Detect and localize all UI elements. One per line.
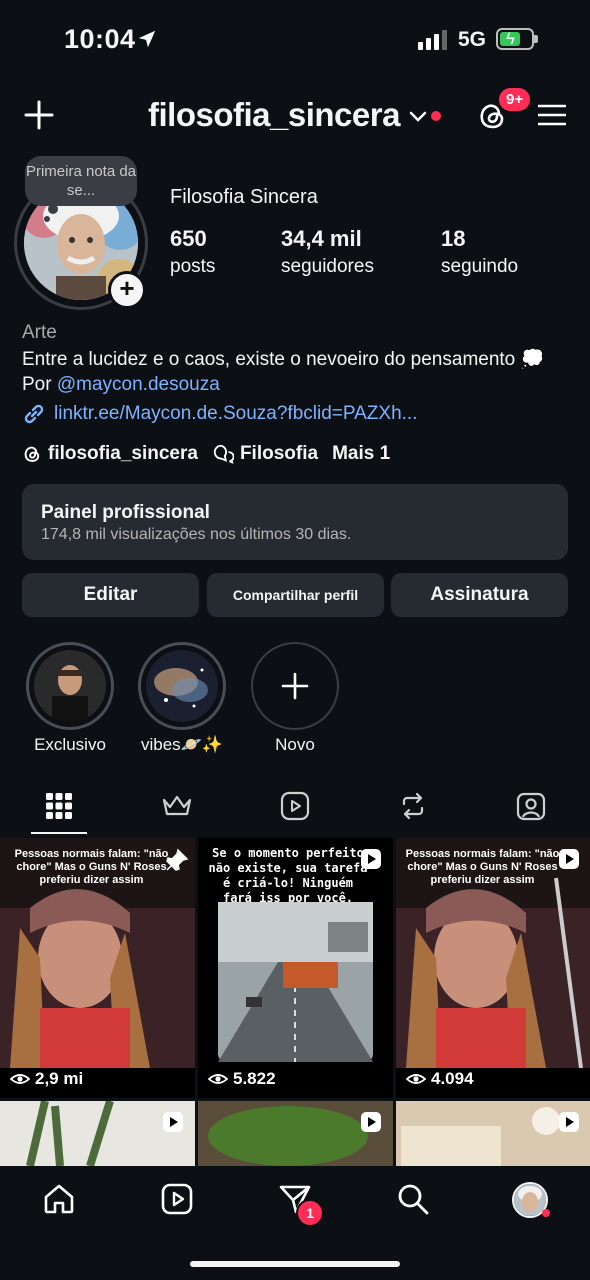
home-icon[interactable] <box>42 1182 76 1216</box>
highlight-vibes-label: vibes🪐✨ <box>140 735 224 754</box>
battery-cap <box>534 35 538 43</box>
community-chip[interactable]: Filosofia <box>212 443 318 465</box>
more-chip-label: Mais 1 <box>332 443 391 464</box>
post-tile-4[interactable] <box>0 1101 195 1166</box>
post-views-value: 2,9 mi <box>35 1069 84 1088</box>
post-thumbnail-road <box>218 902 373 1062</box>
note-bubble-tail-small <box>44 216 50 222</box>
profile-full-name: Filosofia Sincera <box>170 186 318 208</box>
post-views: 5.822 <box>208 1069 276 1089</box>
post-views: 4.094 <box>406 1069 474 1089</box>
stat-posts-value: 650 <box>170 226 207 251</box>
tagged-icon[interactable] <box>515 790 547 822</box>
reel-indicator-icon <box>163 1112 183 1132</box>
profile-category: Arte <box>22 322 57 343</box>
profile-chips: filosofia_sincera Filosofia Mais 1 <box>22 443 390 465</box>
threads-chip[interactable]: filosofia_sincera <box>22 443 198 465</box>
create-plus-icon[interactable] <box>24 100 54 130</box>
bio-line: Entre a lucidez e o caos, existe o nevoe… <box>22 349 545 370</box>
eye-icon <box>208 1074 228 1084</box>
menu-icon[interactable] <box>538 103 566 127</box>
search-icon[interactable] <box>396 1182 430 1216</box>
stat-followers-label: seguidores <box>281 256 374 277</box>
post-caption: Se o momento perfeito não existe, sua ta… <box>208 846 368 905</box>
chevron-down-icon[interactable] <box>408 110 428 124</box>
threads-chip-label: filosofia_sincera <box>48 443 198 464</box>
post-tile-6[interactable] <box>396 1101 590 1166</box>
highlight-exclusivo-cover[interactable] <box>34 650 106 722</box>
reels-icon[interactable] <box>279 790 311 822</box>
dm-badge: 1 <box>296 1199 324 1227</box>
bio-mention-link[interactable]: @maycon.desouza <box>57 374 220 395</box>
eye-icon <box>10 1074 30 1084</box>
stat-following-value: 18 <box>441 226 466 251</box>
reel-indicator-icon <box>559 1112 579 1132</box>
post-caption: Pessoas normais falam: "não chore" Mas o… <box>14 848 169 886</box>
reel-indicator-icon <box>361 849 381 869</box>
post-views: 2,9 mi <box>10 1069 83 1089</box>
new-highlight-label: Novo <box>275 735 315 754</box>
reel-indicator-icon <box>559 849 579 869</box>
profile-link[interactable]: linktr.ee/Maycon.de.Souza?fbclid=PAZXh..… <box>22 402 418 426</box>
stat-following-label: seguindo <box>441 256 519 277</box>
reel-indicator-icon <box>361 1112 381 1132</box>
plus-icon <box>281 672 309 700</box>
post-tile-1[interactable]: Pessoas normais falam: "não chore" Mas o… <box>0 838 195 1098</box>
link-icon <box>24 404 44 424</box>
highlight-vibes-cover[interactable] <box>146 650 218 722</box>
status-time: 10:04 <box>64 24 136 54</box>
post-tile-2[interactable]: Se o momento perfeito não existe, sua ta… <box>198 838 393 1098</box>
share-profile-button[interactable]: Compartilhar perfil <box>207 573 384 617</box>
reels-nav-icon[interactable] <box>160 1182 194 1216</box>
edit-profile-button[interactable]: Editar <box>22 573 199 617</box>
home-indicator <box>190 1261 400 1267</box>
highlight-exclusivo-label: Exclusivo <box>34 735 106 754</box>
more-chip[interactable]: Mais 1 <box>332 443 390 465</box>
active-tab-indicator <box>31 832 87 834</box>
stat-posts[interactable]: 650 posts <box>170 226 215 278</box>
post-caption: Pessoas normais falam: "não chore" Mas o… <box>405 848 560 886</box>
eye-icon <box>406 1074 426 1084</box>
profile-bio: Entre a lucidez e o caos, existe o nevoe… <box>22 347 582 397</box>
location-arrow-icon <box>138 30 156 48</box>
community-chip-label: Filosofia <box>239 443 319 464</box>
post-tile-3[interactable]: Pessoas normais falam: "não chore" Mas o… <box>396 838 590 1098</box>
stat-posts-label: posts <box>170 256 216 277</box>
reposts-icon[interactable] <box>397 790 429 822</box>
subscription-button[interactable]: Assinatura <box>391 573 568 617</box>
crown-icon[interactable] <box>161 790 193 822</box>
threads-small-icon <box>24 446 40 462</box>
network-label: 5G <box>458 28 487 51</box>
battery-icon: ϟ <box>496 28 534 50</box>
note-bubble-tail <box>48 204 58 214</box>
panel-subtitle: 174,8 mil visualizações nos últimos 30 d… <box>41 526 352 543</box>
post-views-value: 5.822 <box>233 1069 276 1088</box>
stat-followers[interactable]: 34,4 mil seguidores <box>281 226 374 278</box>
add-story-button[interactable]: + <box>108 271 146 309</box>
note-bubble[interactable]: Primeira nota da se... <box>25 156 137 206</box>
new-highlight-button[interactable] <box>251 642 339 730</box>
post-views-value: 4.094 <box>431 1069 474 1088</box>
pinned-icon <box>166 848 189 871</box>
signal-icon <box>418 30 447 50</box>
stat-followers-value: 34,4 mil <box>281 226 362 251</box>
stat-following[interactable]: 18 seguindo <box>441 226 518 278</box>
community-chat-icon <box>213 444 234 464</box>
panel-title: Painel profissional <box>41 502 210 523</box>
bio-prefix: Por <box>22 374 57 395</box>
profile-link-text[interactable]: linktr.ee/Maycon.de.Souza?fbclid=PAZXh..… <box>54 403 418 425</box>
grid-icon[interactable] <box>43 790 75 822</box>
profile-notification-dot <box>542 1209 550 1217</box>
post-tile-5[interactable] <box>198 1101 393 1166</box>
profile-username[interactable]: filosofia_sincera <box>148 96 400 134</box>
account-notification-dot <box>431 111 441 121</box>
threads-badge: 9+ <box>497 86 533 113</box>
